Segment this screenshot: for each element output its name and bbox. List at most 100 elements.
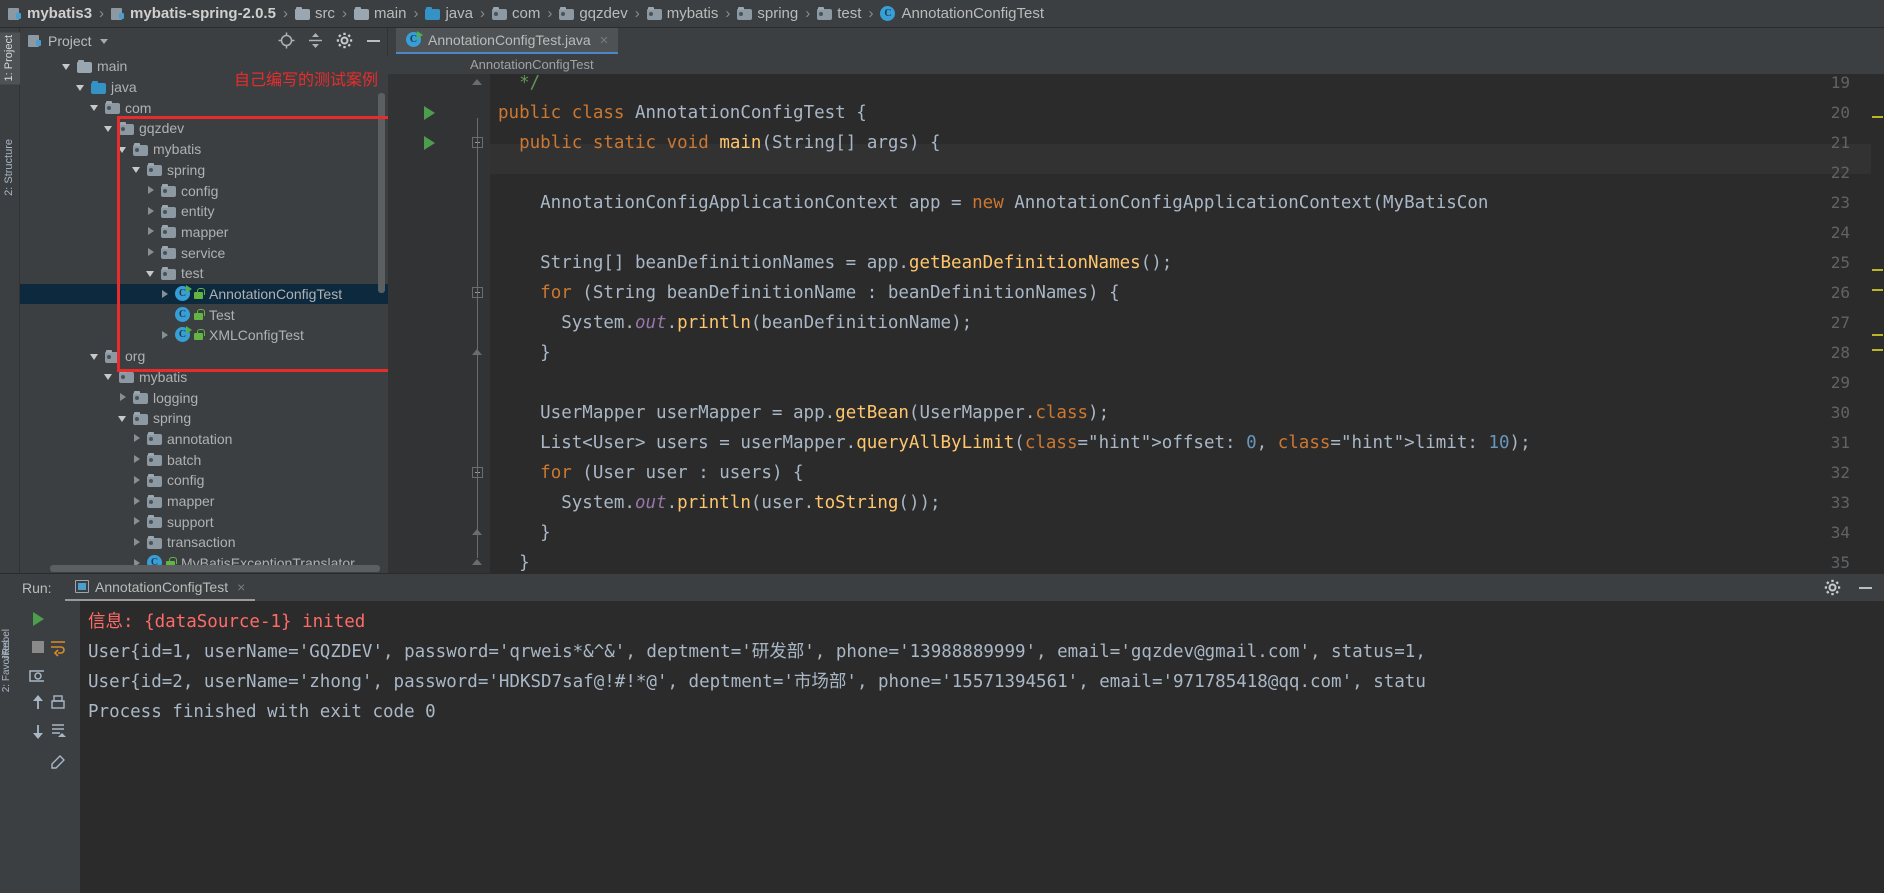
chevron-down-icon[interactable]: [90, 351, 101, 362]
package-icon: [105, 349, 120, 363]
breadcrumb-item-mybatis3[interactable]: mybatis3: [6, 0, 94, 28]
chevron-right-icon[interactable]: [118, 392, 129, 403]
clear-all-icon[interactable]: [48, 749, 68, 769]
tree-node-label: logging: [153, 389, 199, 406]
breadcrumb-item-annotationconfigtest[interactable]: C AnnotationConfigTest: [878, 0, 1046, 28]
tree-node-entity[interactable]: entity: [20, 201, 388, 222]
breadcrumb-item-test[interactable]: test: [815, 0, 863, 28]
chevron-down-icon[interactable]: [62, 61, 73, 72]
chevron-right-icon[interactable]: [146, 185, 157, 196]
locate-target-icon[interactable]: [278, 32, 295, 49]
chevron-right-icon[interactable]: [132, 516, 143, 527]
minimize-icon[interactable]: [1857, 579, 1874, 601]
breadcrumb-item-src[interactable]: src: [293, 0, 337, 28]
tool-window-tab-favorites[interactable]: 2: Favorites: [1, 640, 12, 692]
breadcrumb-item-label: gqzdev: [579, 5, 628, 22]
breadcrumb-separator: ›: [479, 5, 485, 22]
chevron-right-icon[interactable]: [132, 475, 143, 486]
chevron-right-icon[interactable]: [132, 454, 143, 465]
run-tab-label: AnnotationConfigTest: [95, 578, 229, 595]
editor-scrollbar[interactable]: [1871, 74, 1884, 573]
breadcrumb-item-main[interactable]: main: [352, 0, 409, 28]
tree-node-batch[interactable]: batch: [20, 449, 388, 470]
tree-node-support[interactable]: support: [20, 511, 388, 532]
tree-node-label: entity: [181, 203, 215, 220]
close-icon[interactable]: ×: [237, 579, 245, 595]
tree-node-config[interactable]: config: [20, 180, 388, 201]
tool-window-tab-project[interactable]: 1: Project: [0, 32, 20, 85]
tree-node-spring[interactable]: spring: [20, 160, 388, 181]
editor-marker-stripe[interactable]: [1872, 269, 1883, 271]
editor-marker-stripe[interactable]: [1872, 334, 1883, 336]
chevron-down-icon[interactable]: [104, 371, 115, 382]
breadcrumb-item-java[interactable]: java: [423, 0, 475, 28]
tree-node-annotationconfigtest[interactable]: C AnnotationConfigTest: [20, 283, 388, 305]
package-icon: [133, 142, 148, 156]
chevron-right-icon[interactable]: [132, 433, 143, 444]
tool-window-tab-structure[interactable]: 2: Structure: [0, 136, 20, 199]
tree-node-com[interactable]: com: [20, 97, 388, 118]
tree-node-transaction[interactable]: transaction: [20, 532, 388, 553]
tree-node-mapper[interactable]: mapper: [20, 491, 388, 512]
tree-node-gqzdev[interactable]: gqzdev: [20, 118, 388, 139]
code-line: System.out.println(beanDefinitionName);: [498, 313, 973, 333]
editor-marker-stripe[interactable]: [1872, 289, 1883, 291]
settings-gear-icon[interactable]: [1824, 579, 1841, 601]
tree-node-xmlconfigtest[interactable]: C XMLConfigTest: [20, 325, 388, 346]
tree-node-test[interactable]: test: [20, 263, 388, 284]
chevron-down-icon[interactable]: [146, 268, 157, 279]
breadcrumb-item-gqzdev[interactable]: gqzdev: [557, 0, 629, 28]
tree-node-annotation[interactable]: annotation: [20, 429, 388, 450]
tree-node-config[interactable]: config: [20, 470, 388, 491]
chevron-down-icon[interactable]: [90, 102, 101, 113]
chevron-right-icon[interactable]: [132, 496, 143, 507]
settings-gear-icon[interactable]: [336, 32, 353, 49]
editor-fold-column[interactable]: [466, 74, 490, 573]
tree-node-logging[interactable]: logging: [20, 387, 388, 408]
chevron-down-icon[interactable]: [76, 82, 87, 93]
chevron-right-icon[interactable]: [160, 330, 171, 341]
chevron-down-icon[interactable]: [104, 123, 115, 134]
tree-node-test[interactable]: C Test: [20, 304, 388, 325]
chevron-down-icon[interactable]: [132, 164, 143, 175]
print-icon[interactable]: [48, 693, 68, 713]
tree-node-spring[interactable]: spring: [20, 408, 388, 429]
minimize-icon[interactable]: [365, 32, 382, 49]
console-output[interactable]: 信息: {dataSource-1} inited User{id=1, user…: [80, 601, 1884, 893]
chevron-down-icon[interactable]: [118, 413, 129, 424]
run-toolbar-secondary[interactable]: [44, 601, 80, 893]
tree-node-mybatis[interactable]: mybatis: [20, 139, 388, 160]
fold-region-end[interactable]: [472, 79, 483, 85]
editor-marker-stripe[interactable]: [1872, 349, 1883, 351]
fold-region-end[interactable]: [472, 559, 483, 565]
chevron-right-icon[interactable]: [146, 247, 157, 258]
run-gutter-icon[interactable]: [424, 106, 435, 120]
project-tree-horizontal-scrollbar[interactable]: [50, 565, 380, 572]
collapse-all-icon[interactable]: [307, 32, 324, 49]
project-tree[interactable]: main java com gqzdev mybatis spring config enti…: [20, 56, 388, 573]
chevron-right-icon[interactable]: [146, 206, 157, 217]
chevron-down-icon[interactable]: [99, 38, 108, 44]
breadcrumb-item-mybatis[interactable]: mybatis: [645, 0, 721, 28]
editor-tab-annotationconfigtest[interactable]: C AnnotationConfigTest.java ×: [396, 28, 619, 54]
tree-node-mybatis[interactable]: mybatis: [20, 367, 388, 388]
scroll-to-end-icon[interactable]: [48, 721, 68, 741]
code-editor[interactable]: 19 */20 public class AnnotationConfigTest…: [388, 74, 1884, 573]
breadcrumb-item-spring[interactable]: spring: [735, 0, 800, 28]
run-gutter-icon[interactable]: [424, 136, 435, 150]
breadcrumb-item-com[interactable]: com: [490, 0, 542, 28]
breadcrumb-item-mybatis-spring-2-0-5[interactable]: mybatis-spring-2.0.5: [109, 0, 278, 28]
close-icon[interactable]: ×: [600, 32, 609, 49]
project-tree-vertical-scrollbar[interactable]: [378, 93, 385, 293]
package-icon: [147, 432, 162, 446]
chevron-right-icon[interactable]: [132, 537, 143, 548]
chevron-right-icon[interactable]: [160, 289, 171, 300]
run-tab[interactable]: AnnotationConfigTest ×: [65, 574, 256, 601]
editor-marker-stripe[interactable]: [1872, 116, 1883, 118]
tree-node-service[interactable]: service: [20, 242, 388, 263]
soft-wrap-icon[interactable]: [48, 637, 68, 657]
tree-node-mapper[interactable]: mapper: [20, 222, 388, 243]
tree-node-org[interactable]: org: [20, 346, 388, 367]
chevron-right-icon[interactable]: [146, 226, 157, 237]
chevron-down-icon[interactable]: [118, 144, 129, 155]
